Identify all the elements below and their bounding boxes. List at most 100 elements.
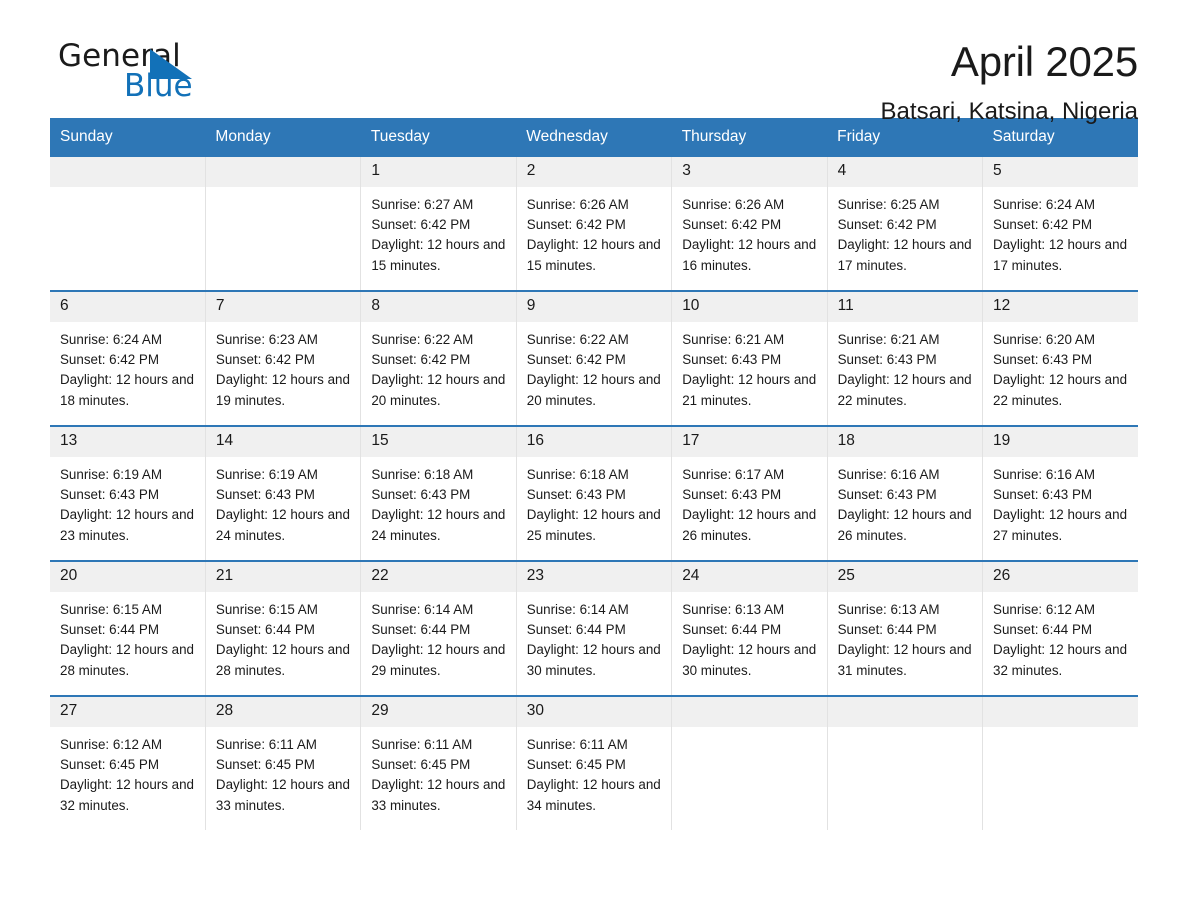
calendar-day-cell[interactable]: 12 Sunrise: 6:20 AM Sunset: 6:43 PM Dayligh… [982,290,1138,426]
day-number: 27 [50,697,205,727]
day-details: Sunrise: 6:24 AM Sunset: 6:42 PM Daylight:… [50,322,205,411]
sunset-text: Sunset: 6:43 PM [60,487,159,503]
calendar-day-cell[interactable]: 2 Sunrise: 6:26 AM Sunset: 6:42 PM Daylight… [515,155,672,291]
sunrise-text: Sunrise: 6:11 AM [215,737,317,752]
sunrise-text: Sunrise: 6:24 AM [60,332,162,347]
day-details: Sunrise: 6:11 AM Sunset: 6:45 PM Daylight:… [206,727,360,816]
calendar-day-cell[interactable]: 4 Sunrise: 6:25 AM Sunset: 6:42 PM Daylight… [826,155,983,291]
daylight-text: Daylight: 12 hours and 32 minutes. [993,642,1128,678]
daylight-text: Daylight: 12 hours and 24 minutes. [215,507,350,543]
calendar-day-cell[interactable]: 30 Sunrise: 6:11 AM Sunset: 6:45 PM Dayligh… [515,695,672,830]
daylight-text: Daylight: 12 hours and 30 minutes. [526,642,661,678]
calendar-cell-empty [671,695,828,830]
sunrise-text: Sunrise: 6:18 AM [371,467,474,482]
day-number: 18 [827,427,983,457]
daylight-text: Daylight: 12 hours and 22 minutes. [993,372,1128,408]
day-number: 12 [983,292,1138,322]
calendar-day-cell[interactable]: 21 Sunrise: 6:15 AM Sunset: 6:44 PM Dayligh… [204,560,361,696]
sunrise-text: Sunrise: 6:20 AM [993,332,1096,347]
daylight-text: Daylight: 12 hours and 26 minutes. [837,507,972,543]
calendar-day-cell[interactable]: 24 Sunrise: 6:13 AM Sunset: 6:44 PM Dayligh… [671,560,828,696]
day-details: Sunrise: 6:26 AM Sunset: 6:42 PM Daylight:… [672,187,826,276]
daylight-text: Daylight: 12 hours and 32 minutes. [60,777,194,813]
day-number: 11 [827,292,983,322]
sunrise-text: Sunrise: 6:19 AM [215,467,318,482]
calendar-day-cell[interactable]: 11 Sunrise: 6:21 AM Sunset: 6:43 PM Dayligh… [826,290,983,426]
general-blue-logo[interactable]: General Blue [50,38,250,110]
day-number [672,697,827,727]
daylight-text: Daylight: 12 hours and 34 minutes. [526,777,661,813]
sunrise-text: Sunrise: 6:12 AM [60,737,162,752]
day-number: 16 [516,427,672,457]
calendar-cell-empty [826,695,983,830]
day-details: Sunrise: 6:15 AM Sunset: 6:44 PM Daylight:… [206,592,360,681]
calendar-day-cell[interactable]: 19 Sunrise: 6:16 AM Sunset: 6:43 PM Dayligh… [982,425,1138,561]
sunset-text: Sunset: 6:43 PM [993,487,1093,503]
sunset-text: Sunset: 6:45 PM [371,757,471,773]
sunrise-text: Sunrise: 6:21 AM [837,332,940,347]
day-number: 4 [827,157,983,187]
day-details: Sunrise: 6:24 AM Sunset: 6:42 PM Daylight:… [983,187,1138,276]
calendar-day-cell[interactable]: 27 Sunrise: 6:12 AM Sunset: 6:45 PM Dayligh… [50,695,206,830]
sunrise-text: Sunrise: 6:15 AM [60,602,162,617]
day-details: Sunrise: 6:19 AM Sunset: 6:43 PM Daylight:… [50,457,205,546]
sunset-text: Sunset: 6:43 PM [526,487,626,503]
calendar-day-cell[interactable]: 1 Sunrise: 6:27 AM Sunset: 6:42 PM Daylight… [360,155,517,291]
day-number [205,157,361,187]
calendar-day-cell[interactable]: 16 Sunrise: 6:18 AM Sunset: 6:43 PM Dayligh… [515,425,672,561]
calendar-day-cell[interactable]: 20 Sunrise: 6:15 AM Sunset: 6:44 PM Dayligh… [50,560,206,696]
sunset-text: Sunset: 6:42 PM [526,217,626,233]
calendar-day-cell[interactable]: 18 Sunrise: 6:16 AM Sunset: 6:43 PM Dayligh… [826,425,983,561]
day-number: 8 [361,292,516,322]
calendar-day-cell[interactable]: 26 Sunrise: 6:12 AM Sunset: 6:44 PM Dayligh… [982,560,1138,696]
day-details: Sunrise: 6:18 AM Sunset: 6:43 PM Daylight:… [517,457,671,546]
calendar-day-cell[interactable]: 17 Sunrise: 6:17 AM Sunset: 6:43 PM Dayligh… [671,425,828,561]
day-number: 13 [50,427,205,457]
day-details: Sunrise: 6:18 AM Sunset: 6:43 PM Daylight:… [361,457,515,546]
calendar-day-cell[interactable]: 29 Sunrise: 6:11 AM Sunset: 6:45 PM Dayligh… [360,695,517,830]
daylight-text: Daylight: 12 hours and 28 minutes. [215,642,350,678]
day-details: Sunrise: 6:26 AM Sunset: 6:42 PM Daylight:… [517,187,671,276]
weekday-header-thursday: Thursday [671,118,828,156]
sunset-text: Sunset: 6:44 PM [60,622,159,638]
day-number: 17 [672,427,827,457]
day-number [827,697,983,727]
sunrise-text: Sunrise: 6:16 AM [837,467,940,482]
sunset-text: Sunset: 6:44 PM [526,622,626,638]
sunrise-text: Sunrise: 6:15 AM [215,602,318,617]
calendar-day-cell[interactable]: 3 Sunrise: 6:26 AM Sunset: 6:42 PM Daylight… [671,155,828,291]
calendar-day-cell[interactable]: 14 Sunrise: 6:19 AM Sunset: 6:43 PM Dayligh… [204,425,361,561]
sunrise-sunset-calendar: Sunday Monday Tuesday Wednesday Thursday… [50,118,1138,830]
calendar-day-cell[interactable]: 10 Sunrise: 6:21 AM Sunset: 6:43 PM Dayligh… [671,290,828,426]
calendar-day-cell[interactable]: 8 Sunrise: 6:22 AM Sunset: 6:42 PM Daylight… [360,290,517,426]
sunrise-text: Sunrise: 6:16 AM [993,467,1096,482]
calendar-day-cell[interactable]: 6 Sunrise: 6:24 AM Sunset: 6:42 PM Daylight… [50,290,206,426]
daylight-text: Daylight: 12 hours and 33 minutes. [215,777,350,813]
calendar-day-cell[interactable]: 9 Sunrise: 6:22 AM Sunset: 6:42 PM Daylight… [515,290,672,426]
daylight-text: Daylight: 12 hours and 16 minutes. [682,237,817,273]
daylight-text: Daylight: 12 hours and 18 minutes. [60,372,194,408]
day-details: Sunrise: 6:11 AM Sunset: 6:45 PM Daylight:… [361,727,515,816]
daylight-text: Daylight: 12 hours and 33 minutes. [371,777,506,813]
day-number: 1 [361,157,516,187]
sunset-text: Sunset: 6:42 PM [526,352,626,368]
day-number: 30 [516,697,672,727]
daylight-text: Daylight: 12 hours and 30 minutes. [682,642,817,678]
calendar-day-cell[interactable]: 13 Sunrise: 6:19 AM Sunset: 6:43 PM Dayligh… [50,425,206,561]
calendar-day-cell[interactable]: 23 Sunrise: 6:14 AM Sunset: 6:44 PM Dayligh… [515,560,672,696]
calendar-day-cell[interactable]: 5 Sunrise: 6:24 AM Sunset: 6:42 PM Daylight… [982,155,1138,291]
calendar-day-cell[interactable]: 28 Sunrise: 6:11 AM Sunset: 6:45 PM Dayligh… [204,695,361,830]
calendar-day-cell[interactable]: 15 Sunrise: 6:18 AM Sunset: 6:43 PM Dayligh… [360,425,517,561]
sunset-text: Sunset: 6:44 PM [837,622,937,638]
day-details: Sunrise: 6:17 AM Sunset: 6:43 PM Daylight:… [672,457,826,546]
day-details: Sunrise: 6:13 AM Sunset: 6:44 PM Daylight:… [828,592,982,681]
sunrise-text: Sunrise: 6:26 AM [682,197,785,212]
calendar-day-cell[interactable]: 22 Sunrise: 6:14 AM Sunset: 6:44 PM Dayligh… [360,560,517,696]
calendar-week-row: 20 Sunrise: 6:15 AM Sunset: 6:44 PM Dayligh… [50,560,1138,696]
day-number: 15 [361,427,516,457]
calendar-page: General Blue April 2025 Batsari, Katsina… [0,0,1188,918]
calendar-day-cell[interactable]: 7 Sunrise: 6:23 AM Sunset: 6:42 PM Daylight… [204,290,361,426]
calendar-day-cell[interactable]: 25 Sunrise: 6:13 AM Sunset: 6:44 PM Dayligh… [826,560,983,696]
day-details: Sunrise: 6:12 AM Sunset: 6:44 PM Daylight:… [983,592,1138,681]
day-details: Sunrise: 6:14 AM Sunset: 6:44 PM Daylight:… [361,592,515,681]
